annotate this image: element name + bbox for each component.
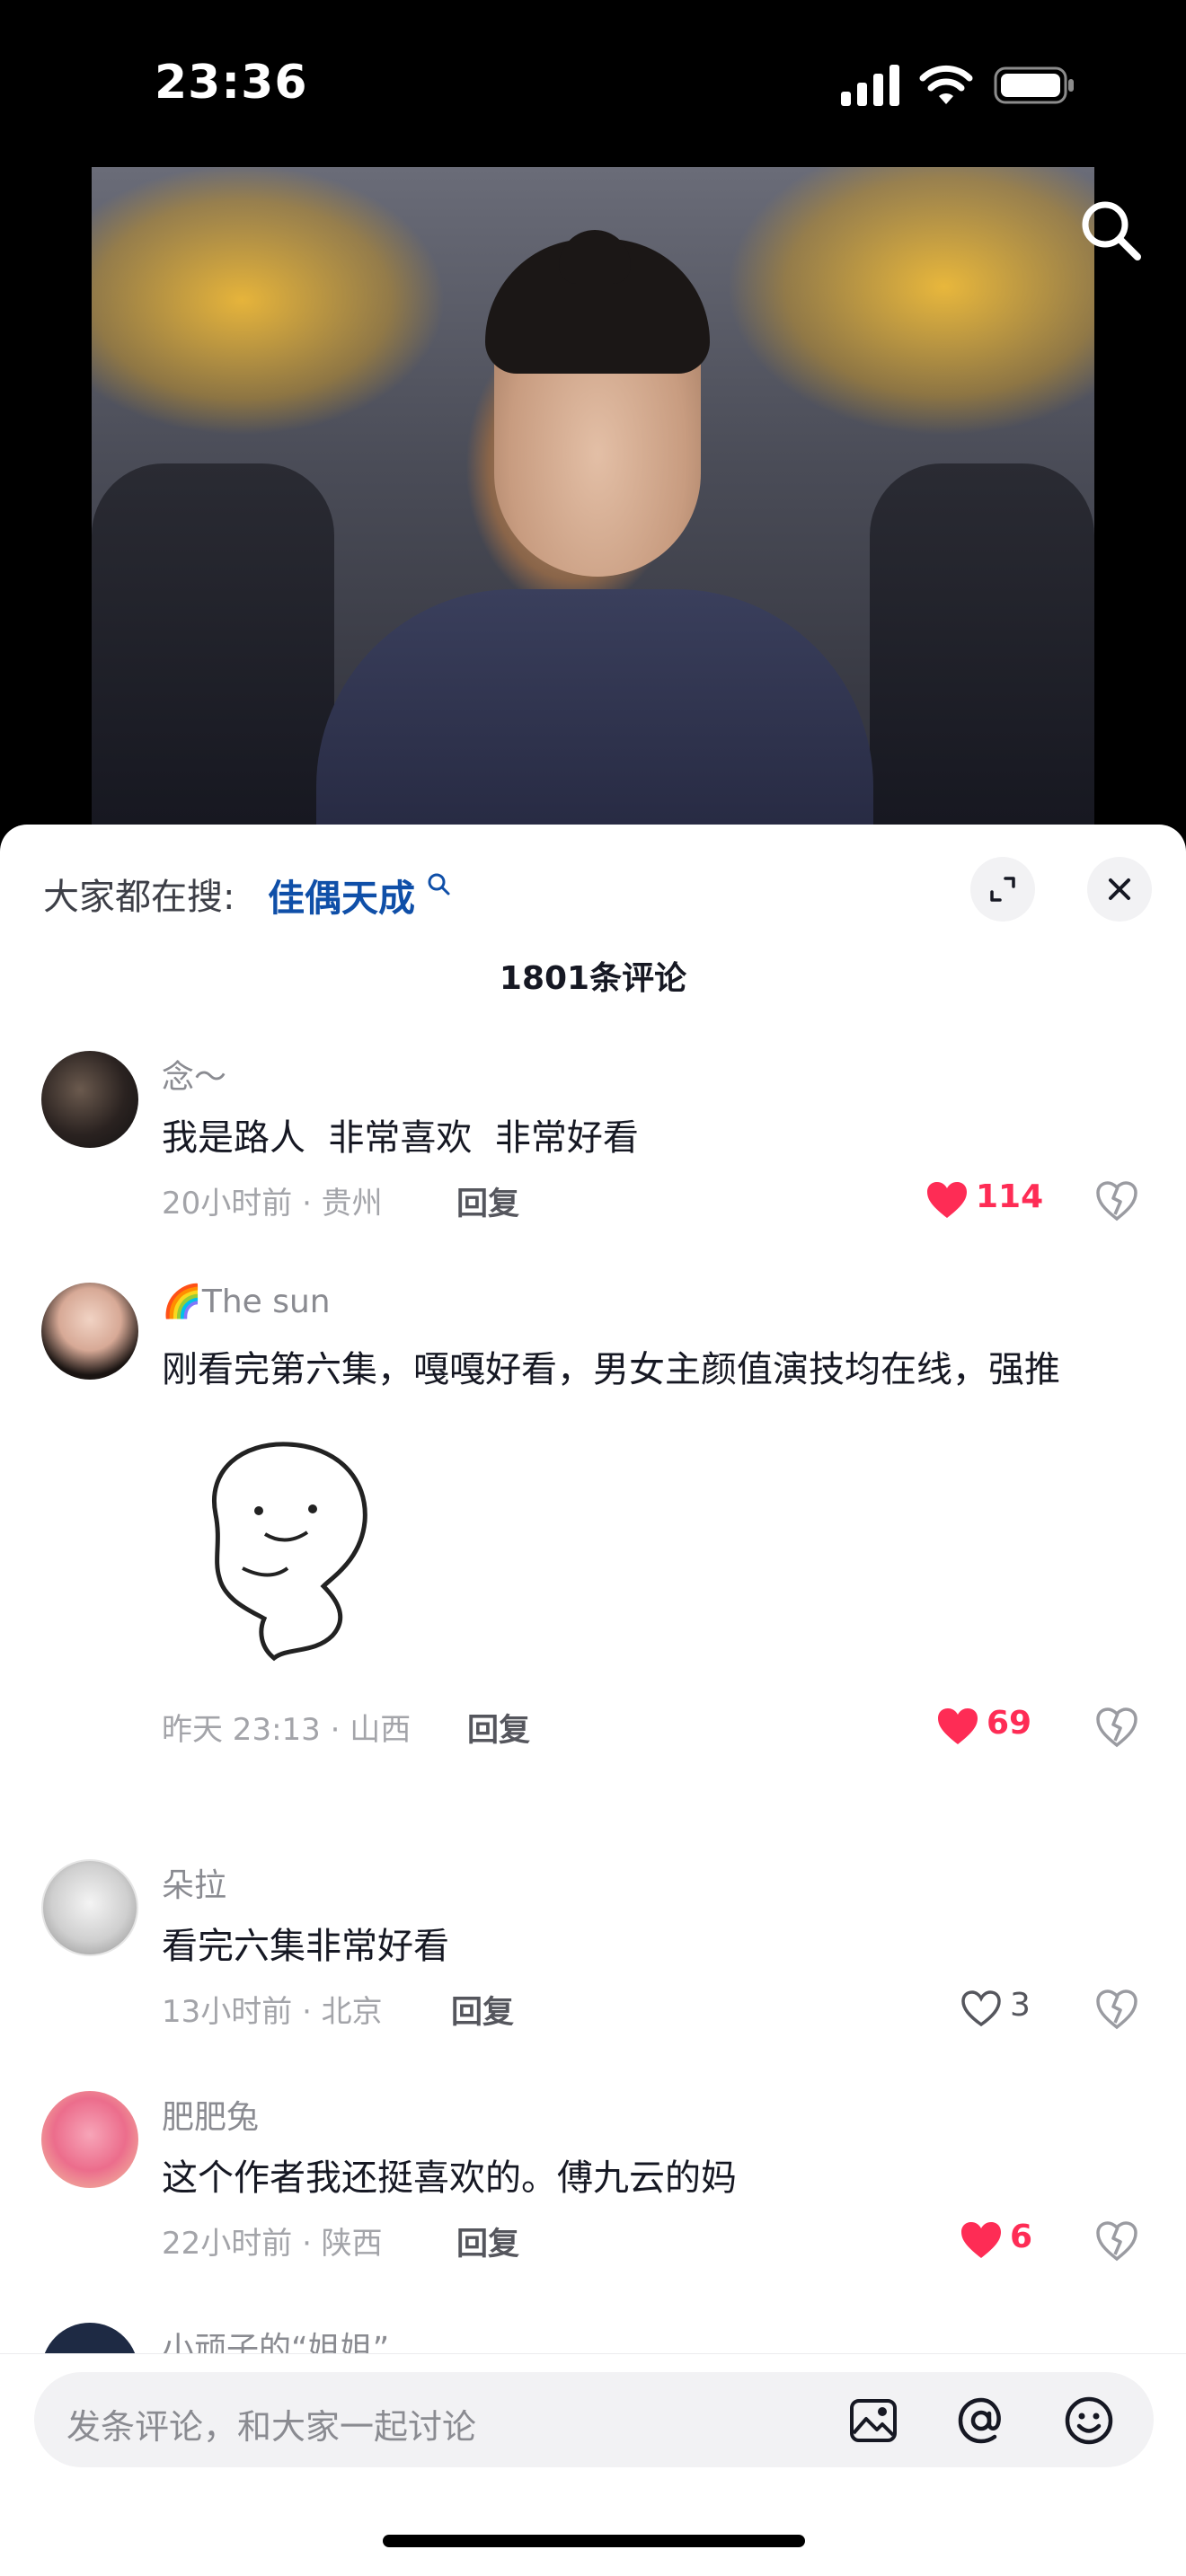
heart-filled-icon [961, 2222, 1001, 2258]
like-count: 3 [1010, 1987, 1031, 2024]
emoji-icon[interactable] [1062, 2394, 1116, 2448]
comment-username[interactable]: 肥肥兔 [162, 2091, 259, 2138]
heart-filled-icon [927, 1182, 967, 1218]
status-bar: 23:36 [0, 0, 1186, 171]
comment-item: 🌈The sun 刚看完第六集，嘎嘎好看，男女主颜值演技均在线，强推 昨天 23… [0, 1283, 1186, 1786]
background-figure-right [870, 463, 1094, 832]
comment-meta: 昨天 23:13 · 山西 [162, 1712, 412, 1748]
close-icon [1109, 878, 1130, 900]
expand-icon [990, 877, 1015, 902]
comment-count: 1801条评论 [499, 960, 687, 997]
search-icon[interactable] [1075, 194, 1146, 266]
avatar[interactable] [41, 2091, 138, 2188]
video-player[interactable] [92, 167, 1094, 832]
trending-search-link[interactable]: 佳偶天成 [268, 868, 415, 922]
close-button[interactable] [1087, 857, 1152, 922]
comments-sheet: 大家都在搜: 佳偶天成 1801条评论 念～ 我是路人 非常喜欢 非常好看 20… [0, 825, 1186, 2576]
reply-button[interactable]: 回复 [467, 1705, 530, 1751]
sticker-image[interactable] [189, 1434, 395, 1667]
heart-filled-icon [938, 1708, 978, 1744]
comment-input[interactable]: 发条评论，和大家一起讨论 [34, 2372, 1154, 2467]
cellular-signal-icon [841, 65, 899, 106]
like-count: 69 [987, 1705, 1032, 1742]
reply-button[interactable]: 回复 [456, 1178, 519, 1224]
trending-prefix: 大家都在搜: [43, 877, 235, 918]
comment-item: 朵拉 看完六集非常好看 13小时前 · 北京 回复 3 [0, 1859, 1186, 2033]
comment-username[interactable]: 朵拉 [162, 1859, 226, 1906]
comment-text: 看完六集非常好看 [162, 1926, 449, 1967]
like-button[interactable]: 3 [960, 1985, 1058, 2030]
home-indicator[interactable] [383, 2535, 805, 2547]
at-mention-icon[interactable] [954, 2394, 1008, 2448]
avatar[interactable] [41, 1859, 138, 1956]
like-count: 6 [1010, 2219, 1033, 2255]
comment-text: 我是路人 非常喜欢 非常好看 [162, 1117, 639, 1159]
dislike-icon[interactable] [1094, 1178, 1139, 1223]
comment-text: 这个作者我还挺喜欢的。傅九云的妈 [162, 2157, 737, 2199]
comment-username[interactable]: 念～ [162, 1051, 226, 1098]
wifi-icon [919, 65, 973, 104]
avatar[interactable] [41, 1051, 138, 1148]
comment-item: 肥肥兔 这个作者我还挺喜欢的。傅九云的妈 22小时前 · 陕西 回复 6 [0, 2091, 1186, 2264]
heart-outline-icon [961, 1990, 1001, 2027]
dislike-icon[interactable] [1094, 1987, 1139, 2032]
background-figure-left [92, 463, 334, 832]
comment-item: 念～ 我是路人 非常喜欢 非常好看 20小时前 · 贵州 回复 114 [0, 1051, 1186, 1222]
like-button[interactable]: 69 [936, 1703, 1071, 1748]
reply-button[interactable]: 回复 [451, 1987, 514, 2033]
comment-meta: 13小时前 · 北京 [162, 1994, 383, 2030]
comment-input-placeholder: 发条评论，和大家一起讨论 [66, 2407, 477, 2447]
comment-username[interactable]: 🌈The sun [162, 1283, 331, 1320]
status-icons [836, 63, 1078, 108]
sheet-header: 大家都在搜: 佳偶天成 1801条评论 [0, 825, 1186, 997]
avatar[interactable] [41, 1283, 138, 1380]
like-button[interactable]: 6 [960, 2217, 1058, 2262]
reply-button[interactable]: 回复 [456, 2219, 519, 2264]
expand-button[interactable] [970, 857, 1035, 922]
comment-text: 刚看完第六集，嘎嘎好看，男女主颜值演技均在线，强推 [162, 1349, 1060, 1390]
battery-icon [994, 66, 1074, 104]
main-figure-robe [316, 589, 873, 832]
search-icon[interactable] [426, 871, 451, 896]
like-count: 114 [976, 1178, 1044, 1215]
dislike-icon[interactable] [1094, 1705, 1139, 1750]
status-time: 23:36 [155, 56, 308, 110]
main-figure-topknot [559, 230, 631, 284]
image-icon[interactable] [846, 2394, 900, 2448]
comment-meta: 20小时前 · 贵州 [162, 1186, 383, 1222]
comment-meta: 22小时前 · 陕西 [162, 2226, 383, 2262]
dislike-icon[interactable] [1094, 2219, 1139, 2263]
like-button[interactable]: 114 [925, 1177, 1060, 1222]
